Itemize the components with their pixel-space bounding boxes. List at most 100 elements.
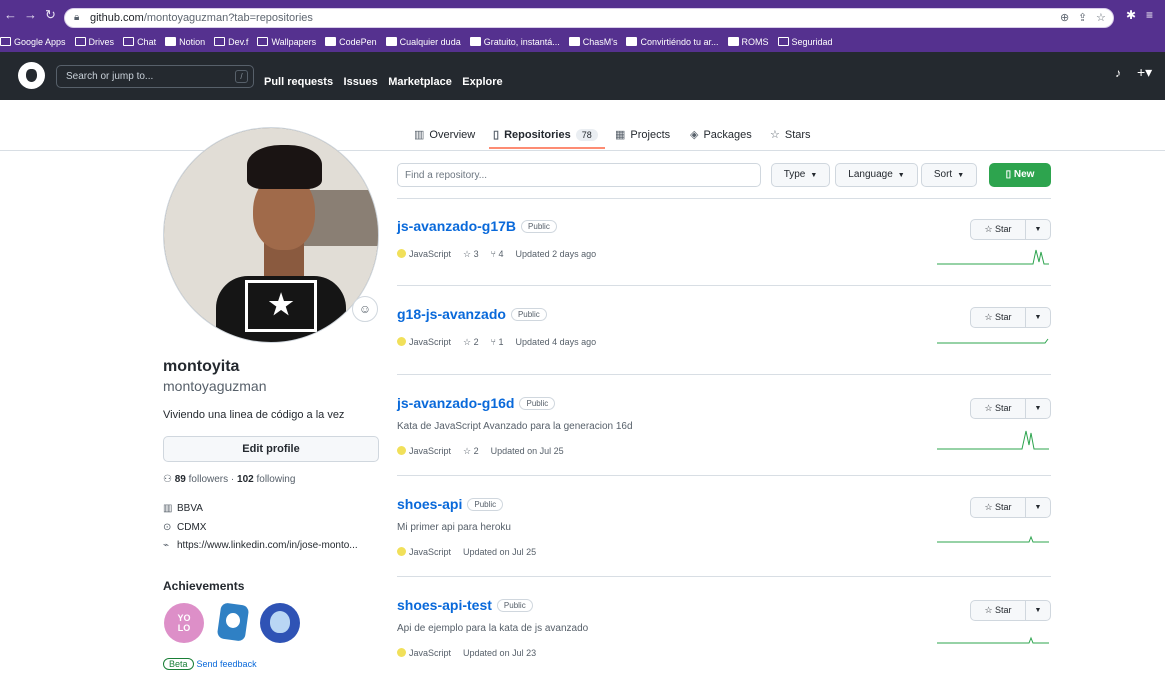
star-button[interactable]: ☆ Star ▼	[970, 219, 1051, 240]
tab-packages[interactable]: ◈ Packages	[690, 128, 752, 141]
folder-icon	[777, 37, 789, 46]
tab-stars[interactable]: ☆ Stars	[770, 128, 811, 141]
star-list-dropdown[interactable]: ▼	[1026, 308, 1050, 327]
bell-icon[interactable]: ♪	[1115, 66, 1121, 80]
site-icon	[626, 37, 638, 46]
stars-link[interactable]: ☆ 2	[463, 446, 479, 456]
github-logo-icon[interactable]	[18, 62, 45, 89]
star-button[interactable]: ☆ Star ▼	[970, 398, 1051, 419]
zoom-icon[interactable]: ⊕	[1060, 11, 1069, 24]
browser-toolbar: ← → ↻ 🔒︎ github.com/montoyaguzman?tab=re…	[0, 0, 1165, 32]
nav-explore[interactable]: Explore	[462, 76, 502, 88]
find-repository-input[interactable]: Find a repository...	[397, 163, 761, 187]
nav-marketplace[interactable]: Marketplace	[388, 76, 452, 88]
type-filter-button[interactable]: Type ▼	[771, 163, 830, 187]
edit-profile-button[interactable]: Edit profile	[163, 436, 379, 462]
send-feedback-link[interactable]: Send feedback	[197, 659, 257, 669]
search-input[interactable]: Search or jump to... /	[56, 65, 254, 88]
repositories-count: 78	[575, 129, 598, 141]
star-list-dropdown[interactable]: ▼	[1026, 498, 1050, 517]
bookmark-item[interactable]: Gratuito, instantá...	[469, 34, 560, 50]
repo-description: Api de ejemplo para la kata de js avanza…	[397, 623, 589, 634]
repo-description: Kata de JavaScript Avanzado para la gene…	[397, 421, 633, 432]
profile-username: montoyaguzman	[163, 378, 267, 394]
language-color-dot	[397, 648, 406, 657]
star-button-main[interactable]: ☆ Star	[971, 308, 1026, 327]
star-button[interactable]: ☆ Star ▼	[970, 497, 1051, 518]
language-filter-button[interactable]: Language ▼	[835, 163, 918, 187]
bookmark-item[interactable]: Wallpapers	[257, 34, 316, 50]
nav-pull-requests[interactable]: Pull requests	[264, 76, 333, 88]
bookmark-item[interactable]: Google Apps	[0, 34, 66, 50]
star-button-main[interactable]: ☆ Star	[971, 220, 1026, 239]
bookmark-item[interactable]: Convirtiéndo tu ar...	[626, 34, 719, 50]
followers-link[interactable]: 89 followers	[175, 474, 228, 485]
star-button[interactable]: ☆ Star ▼	[970, 307, 1051, 328]
pull-shark-badge-icon[interactable]	[260, 603, 300, 643]
chevron-down-icon: ▼	[957, 172, 965, 179]
star-button[interactable]: ☆ Star ▼	[970, 600, 1051, 621]
repo-name-link[interactable]: g18-js-avanzado	[397, 306, 506, 322]
repo-name-link[interactable]: js-avanzado-g16d	[397, 395, 514, 411]
activity-sparkline	[937, 535, 1049, 543]
star-button-main[interactable]: ☆ Star	[971, 498, 1026, 517]
repo-meta: JavaScript ☆ 3 ⑂ 4 Updated 2 days ago	[397, 249, 596, 260]
reading-list-icon[interactable]: ≡	[1146, 8, 1153, 22]
profile-website[interactable]: ⌁ https://www.linkedin.com/in/jose-monto.…	[163, 540, 358, 551]
url-text: github.com/montoyaguzman?tab=repositorie…	[90, 12, 313, 24]
forks-link[interactable]: ⑂ 1	[491, 337, 504, 347]
arctic-vault-badge-icon[interactable]	[214, 603, 254, 643]
bookmark-item[interactable]: Seguridad	[777, 34, 833, 50]
bookmark-item[interactable]: Notion	[165, 34, 205, 50]
bookmark-item[interactable]: CodePen	[325, 34, 377, 50]
tab-projects[interactable]: ▦ Projects	[615, 128, 670, 141]
yolo-badge-icon[interactable]	[164, 603, 204, 643]
achievements-feedback: Beta Send feedback	[163, 658, 257, 670]
bookmark-star-icon[interactable]: ☆	[1096, 11, 1106, 24]
address-bar[interactable]: 🔒︎ github.com/montoyaguzman?tab=reposito…	[64, 8, 1114, 28]
star-list-dropdown[interactable]: ▼	[1026, 601, 1050, 620]
repo-name-link[interactable]: shoes-api-test	[397, 597, 492, 613]
shirt-logo: ★	[245, 280, 317, 332]
sort-filter-button[interactable]: Sort ▼	[921, 163, 977, 187]
bookmark-item[interactable]: Cualquier duda	[385, 34, 461, 50]
stars-link[interactable]: ☆ 3	[463, 249, 479, 259]
browser-chrome: ← → ↻ 🔒︎ github.com/montoyaguzman?tab=re…	[0, 0, 1165, 52]
following-link[interactable]: 102 following	[237, 474, 295, 485]
create-menu-icon[interactable]: +▾	[1137, 64, 1152, 81]
star-button-main[interactable]: ☆ Star	[971, 601, 1026, 620]
stars-link[interactable]: ☆ 2	[463, 337, 479, 347]
avatar[interactable]: ★	[163, 127, 379, 343]
extensions-icon[interactable]: ✱	[1126, 8, 1136, 22]
repo-meta: JavaScript ☆ 2 Updated on Jul 25	[397, 446, 564, 457]
repo-name-link[interactable]: shoes-api	[397, 496, 462, 512]
language-color-dot	[397, 337, 406, 346]
tab-overview[interactable]: ▥ Overview	[414, 128, 475, 141]
back-icon[interactable]: ←	[4, 8, 17, 22]
nav-issues[interactable]: Issues	[344, 76, 378, 88]
repo-item: js-avanzado-g16d Public Kata de JavaScrip…	[397, 395, 1051, 471]
repo-divider	[397, 576, 1051, 577]
follow-stats: ⚇ 89 followers · 102 following	[163, 474, 296, 485]
reload-icon[interactable]: ↻	[45, 8, 56, 22]
chevron-down-icon: ▼	[897, 172, 905, 179]
star-list-dropdown[interactable]: ▼	[1026, 399, 1050, 418]
new-repository-button[interactable]: ▯ New	[989, 163, 1051, 187]
bookmark-item[interactable]: ChasM's	[568, 34, 617, 50]
star-button-main[interactable]: ☆ Star	[971, 399, 1026, 418]
github-header: Search or jump to... / Pull requests Iss…	[0, 52, 1165, 100]
share-icon[interactable]: ⇪	[1078, 11, 1087, 24]
bookmark-item[interactable]: ROMS	[727, 34, 769, 50]
bookmark-item[interactable]: Chat	[123, 34, 156, 50]
set-status-smiley-icon[interactable]: ☺	[352, 296, 378, 322]
folder-icon	[123, 37, 135, 46]
tab-repositories[interactable]: ▯ Repositories 78	[493, 128, 598, 141]
profile-location: ⊙ CDMX	[163, 522, 207, 533]
forks-link[interactable]: ⑂ 4	[491, 249, 504, 259]
forward-icon[interactable]: →	[24, 8, 37, 22]
bookmark-item[interactable]: Dev.f	[214, 34, 248, 50]
language-color-dot	[397, 249, 406, 258]
bookmark-item[interactable]: Drives	[74, 34, 114, 50]
repo-name-link[interactable]: js-avanzado-g17B	[397, 218, 516, 234]
star-list-dropdown[interactable]: ▼	[1026, 220, 1050, 239]
